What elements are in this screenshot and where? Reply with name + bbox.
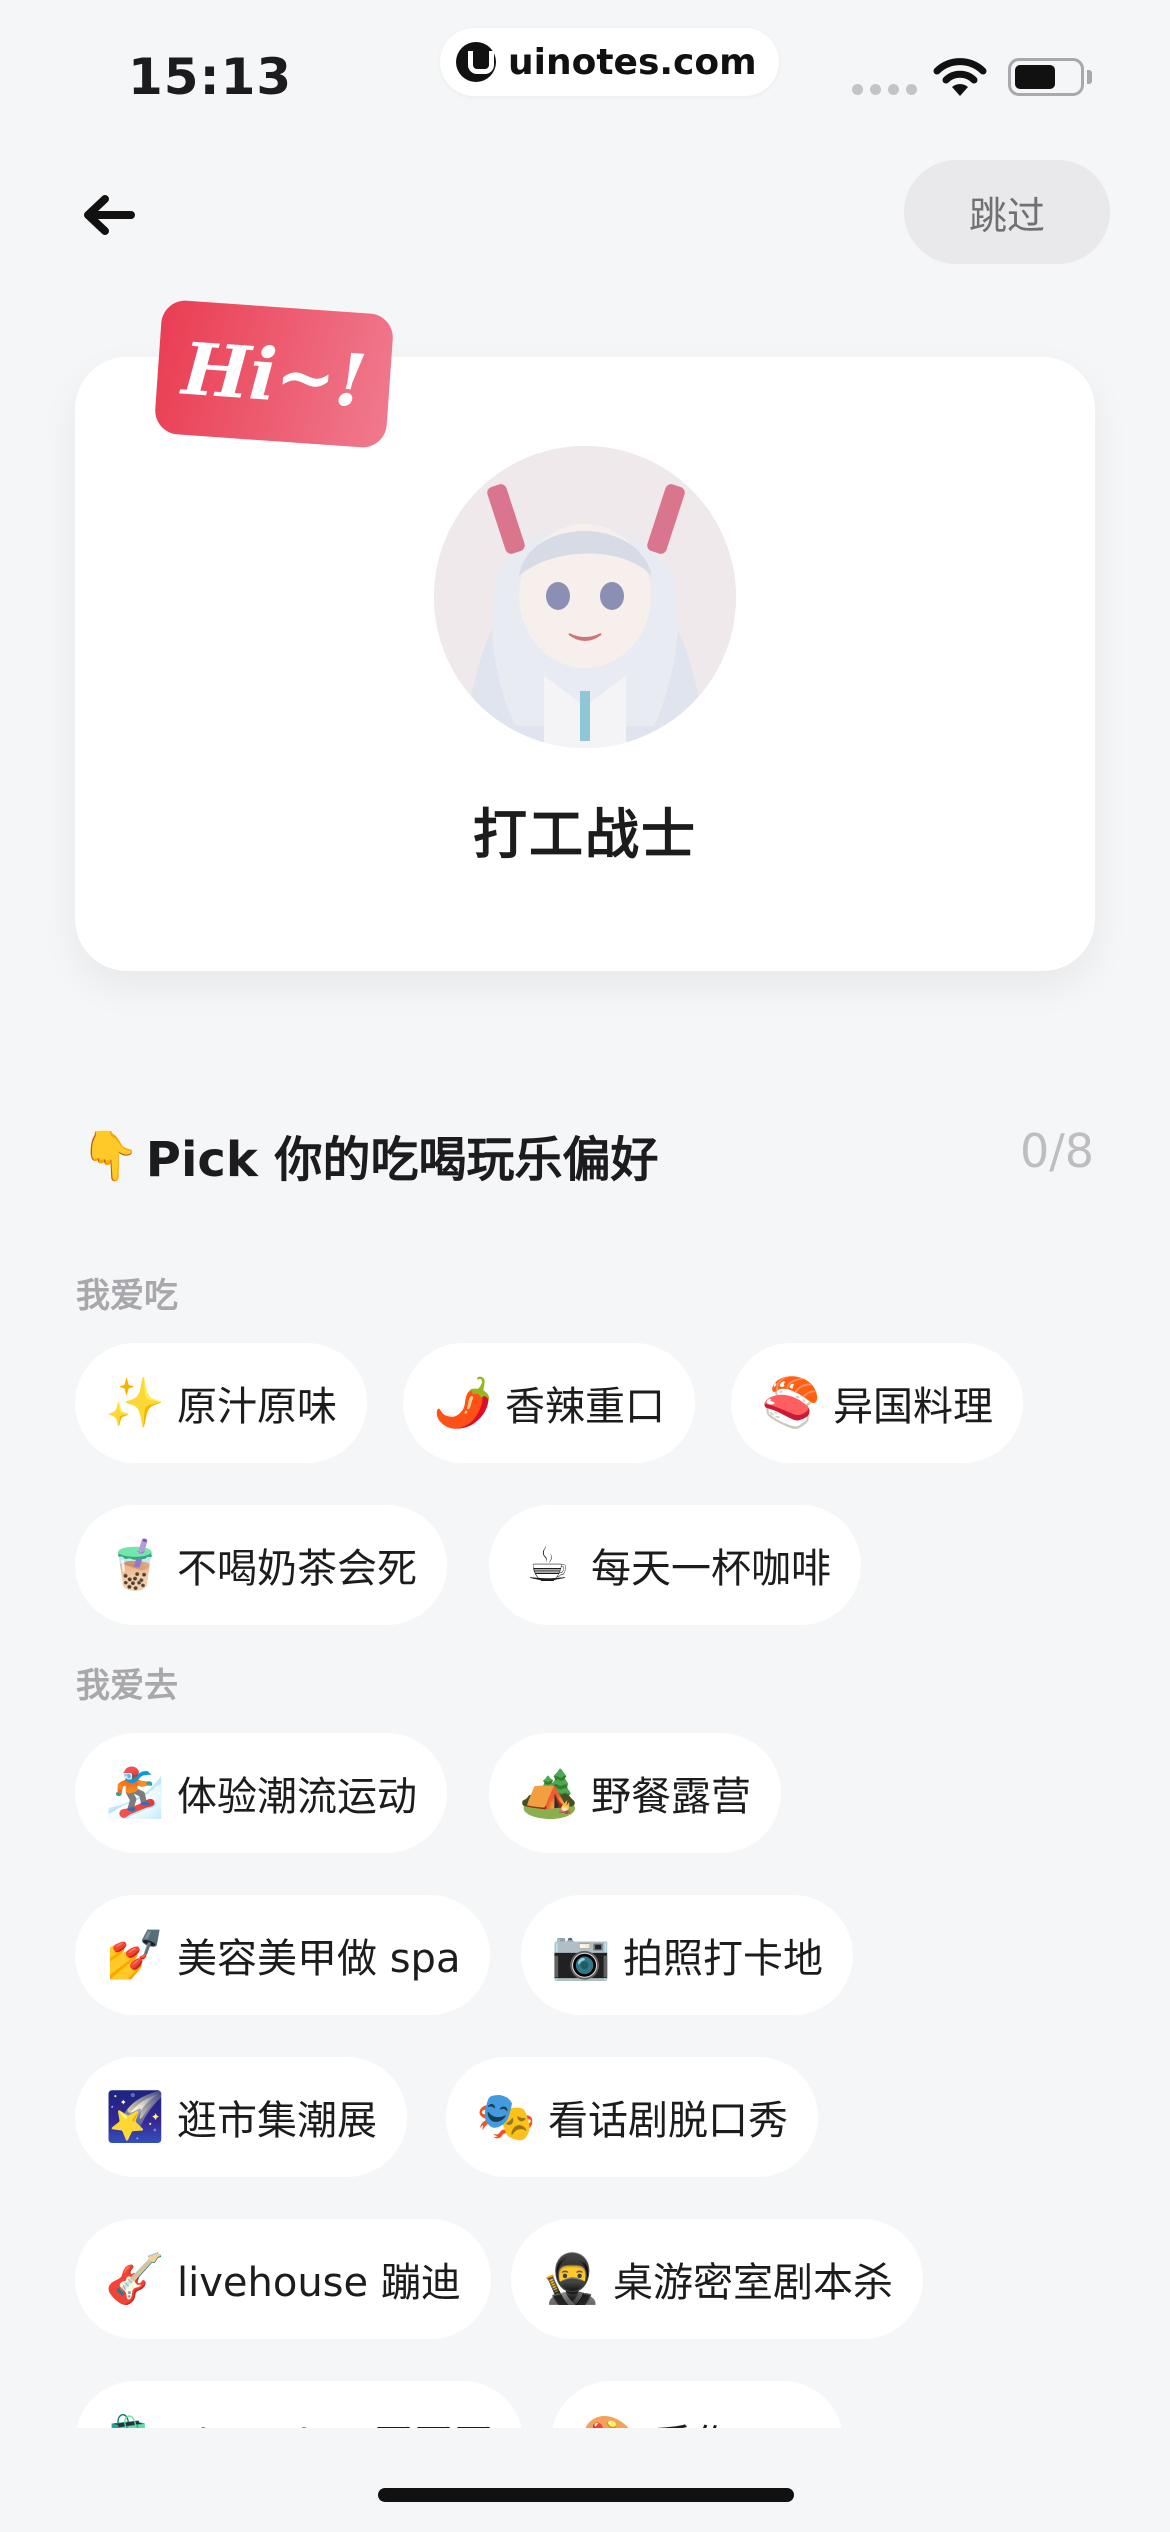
camera-icon: 📷: [551, 1927, 611, 1983]
chip-coffee[interactable]: ☕ 每天一杯咖啡: [489, 1505, 861, 1625]
camping-icon: 🏕️: [519, 1765, 579, 1821]
status-bar: 15:13 uinotes.com: [0, 0, 1170, 140]
pick-counter: 0/8: [1019, 1124, 1094, 1178]
chip-label: livehouse 蹦迪: [177, 2260, 461, 2306]
avatar[interactable]: [434, 446, 736, 748]
chip-original-flavor[interactable]: ✨ 原汁原味: [75, 1343, 367, 1463]
status-time: 15:13: [128, 48, 293, 106]
chip-label: 逛市集潮展: [177, 2098, 377, 2144]
chip-board-games[interactable]: 🥷 桌游密室剧本杀: [511, 2219, 923, 2339]
chip-livehouse[interactable]: 🎸 livehouse 蹦迪: [75, 2219, 491, 2339]
home-indicator[interactable]: [378, 2488, 794, 2502]
watermark: uinotes.com: [440, 28, 779, 96]
chip-beauty-spa[interactable]: 💅 美容美甲做 spa: [75, 1895, 491, 2015]
chip-spicy[interactable]: 🌶️ 香辣重口: [403, 1343, 695, 1463]
back-button[interactable]: [74, 180, 144, 250]
cellular-signal-icon: [852, 84, 917, 95]
sparkles-icon: ✨: [105, 1375, 165, 1431]
chip-label: 美容美甲做 spa: [177, 1936, 461, 1982]
chip-trendy-sports[interactable]: 🏂 体验潮流运动: [75, 1733, 447, 1853]
avatar-image: [434, 446, 736, 748]
preferences-title-text: Pick 你的吃喝玩乐偏好: [145, 1132, 659, 1188]
group-label-eat: 我爱吃: [76, 1276, 178, 1316]
watermark-logo-icon: [456, 42, 496, 82]
preferences-title: 👇 Pick 你的吃喝玩乐偏好: [80, 1120, 659, 1190]
guitar-icon: 🎸: [105, 2251, 165, 2307]
chip-markets-exhibitions[interactable]: 🌠 逛市集潮展: [75, 2057, 407, 2177]
snowboarder-icon: 🏂: [105, 1765, 165, 1821]
chip-label: 每天一杯咖啡: [591, 1546, 831, 1592]
chip-label: 野餐露营: [591, 1774, 751, 1820]
chip-label: 看话剧脱口秀: [548, 2098, 788, 2144]
chip-label: 拍照打卡地: [623, 1936, 823, 1982]
chip-theater-comedy[interactable]: 🎭 看话剧脱口秀: [446, 2057, 818, 2177]
chip-label: 异国料理: [833, 1384, 993, 1430]
chip-camping[interactable]: 🏕️ 野餐露营: [489, 1733, 781, 1853]
chili-pepper-icon: 🌶️: [433, 1375, 493, 1431]
chip-foreign-cuisine[interactable]: 🍣 异国料理: [731, 1343, 1023, 1463]
chip-label: 香辣重口: [505, 1384, 665, 1430]
skip-button[interactable]: 跳过: [904, 160, 1110, 264]
nail-polish-icon: 💅: [105, 1927, 165, 1983]
chip-label: 桌游密室剧本杀: [613, 2260, 893, 2306]
chip-label: 不喝奶茶会死: [177, 1546, 417, 1592]
chip-milk-tea[interactable]: 🧋 不喝奶茶会死: [75, 1505, 447, 1625]
group-label-go: 我爱去: [76, 1666, 178, 1706]
chip-label: 原汁原味: [177, 1384, 337, 1430]
shooting-star-icon: 🌠: [105, 2089, 165, 2145]
chip-photo-spots[interactable]: 📷 拍照打卡地: [521, 1895, 853, 2015]
hi-badge: Hi~!: [153, 299, 395, 449]
wifi-icon: [933, 58, 987, 96]
watermark-text: uinotes.com: [508, 41, 757, 83]
bottom-cover: [0, 2428, 1170, 2532]
pointing-down-icon: 👇: [80, 1127, 140, 1184]
sushi-icon: 🍣: [761, 1375, 821, 1431]
coffee-icon: ☕: [526, 1537, 570, 1593]
bubble-tea-icon: 🧋: [105, 1537, 165, 1593]
arrow-left-icon: [84, 195, 135, 235]
chip-label: 体验潮流运动: [177, 1774, 417, 1820]
theater-masks-icon: 🎭: [476, 2089, 536, 2145]
nickname: 打工战士: [473, 803, 697, 866]
ninja-icon: 🥷: [541, 2251, 601, 2307]
battery-tip: [1087, 70, 1092, 84]
battery-icon: [1008, 58, 1084, 96]
